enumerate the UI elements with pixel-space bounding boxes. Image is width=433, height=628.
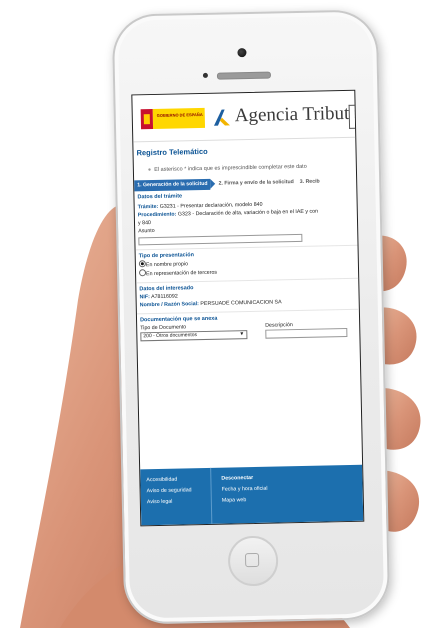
procedimiento-label: Procedimiento: — [137, 211, 177, 219]
step-generation[interactable]: 1. Generación de la solicitud — [134, 178, 211, 192]
interesado-section: Datos del interesado NIF: A78116092 Nomb… — [136, 278, 359, 315]
agency-title[interactable]: Agencia Tributaria — [235, 102, 365, 127]
asunto-input[interactable] — [138, 233, 303, 246]
step-receipt[interactable]: 3. Recib — [298, 176, 322, 187]
nombre-label: Nombre / Razón Social: — [139, 301, 199, 309]
earpiece-speaker — [216, 71, 272, 80]
radio-representacion[interactable] — [138, 269, 147, 277]
site-header: GOBIERNO DE ESPAÑA Agencia Tributaria — [132, 90, 364, 143]
footer-link-mapa-web[interactable]: Mapa web — [222, 495, 268, 507]
footer-column-1: Accesibilidad Aviso de seguridad Aviso l… — [140, 468, 211, 525]
documentacion-section: Documentación que se anexa Tipo de Docum… — [137, 310, 360, 346]
step-signature[interactable]: 2. Firma y envío de la solicitud — [210, 177, 297, 190]
gobierno-logo[interactable]: GOBIERNO DE ESPAÑA — [140, 107, 206, 130]
footer-column-2: Desconectar Fecha y hora oficial Mapa we… — [210, 466, 269, 524]
home-button[interactable] — [227, 535, 279, 587]
descripcion-input[interactable] — [265, 327, 348, 339]
option-representacion[interactable]: En representación de terceros — [146, 270, 217, 277]
nif-label: NIF: — [139, 294, 150, 301]
menu-tab[interactable] — [348, 104, 356, 129]
tramite-section: Datos del trámite Trámite: G3231 - Prese… — [134, 186, 358, 251]
nif-value: A78116092 — [150, 293, 178, 301]
presentacion-section: Tipo de presentación En nombre propio En… — [135, 245, 359, 284]
gov-label: GOBIERNO DE ESPAÑA — [152, 107, 206, 130]
option-nombre-propio[interactable]: En nombre propio — [146, 261, 188, 268]
radio-nombre-propio[interactable] — [138, 260, 146, 268]
required-note-text: El asterisco * indica que es imprescindi… — [154, 163, 307, 173]
smartphone: GOBIERNO DE ESPAÑA Agencia Tributaria Re… — [111, 9, 391, 625]
footer-link-aviso-legal[interactable]: Aviso legal — [147, 496, 211, 508]
tipo-documento-value: 200 - Otros documentos — [143, 332, 198, 340]
nombre-value: PERSUADE COMUNICACION SA — [200, 299, 282, 308]
site-footer: Accesibilidad Aviso de seguridad Aviso l… — [140, 464, 364, 526]
home-square-icon — [244, 552, 260, 568]
tramite-label: Trámite: — [137, 203, 159, 211]
coat-of-arms-icon — [140, 109, 154, 130]
agencia-tributaria-logo-icon — [213, 109, 230, 126]
proximity-sensor — [202, 72, 208, 78]
chevron-down-icon: ▼ — [239, 331, 245, 338]
tipo-documento-select[interactable]: 200 - Otros documentos ▼ — [140, 330, 248, 342]
footer-link-fecha-hora[interactable]: Fecha y hora oficial — [222, 484, 268, 496]
phone-screen: GOBIERNO DE ESPAÑA Agencia Tributaria Re… — [131, 89, 365, 527]
bullet-icon: ● — [147, 167, 152, 174]
front-camera — [237, 48, 247, 58]
